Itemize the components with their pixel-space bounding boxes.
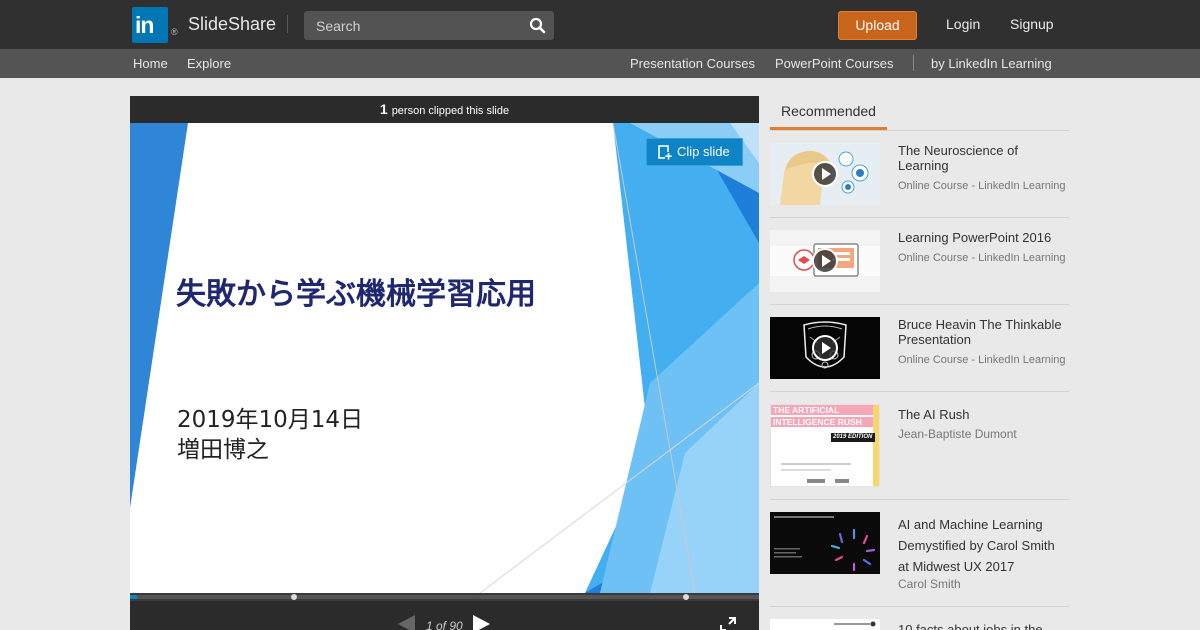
recommended-item[interactable]: The Neuroscience of Learning Online Cour… (770, 131, 1069, 218)
item-thumbnail (770, 143, 880, 205)
registered-mark: ® (171, 27, 178, 37)
item-title: The AI Rush (898, 407, 970, 422)
nav-linkedin-learning[interactable]: by LinkedIn Learning (931, 56, 1052, 71)
clip-count: 1 (379, 101, 388, 117)
signup-link[interactable]: Signup (1010, 16, 1054, 32)
nav-presentation-courses[interactable]: Presentation Courses (630, 56, 755, 71)
tab-recommended[interactable]: Recommended (770, 96, 887, 130)
item-subtitle: Online Course - LinkedIn Learning (898, 180, 1066, 192)
recommended-item[interactable]: Learning PowerPoint 2016 Online Course -… (770, 218, 1069, 305)
recommended-item[interactable]: 10 facts about jobs in the (770, 607, 1069, 630)
thumb-text-3: 2019 EDITION (833, 434, 873, 440)
secondary-navbar: Home Explore Presentation Courses PowerP… (0, 49, 1200, 78)
nav-explore[interactable]: Explore (187, 56, 231, 71)
divider (913, 55, 914, 71)
fullscreen-icon[interactable] (720, 617, 736, 630)
recommended-header: Recommended (770, 96, 1069, 131)
prev-slide-icon[interactable] (398, 615, 415, 630)
item-subtitle: Carol Smith (898, 577, 961, 591)
play-icon (812, 335, 838, 361)
item-title: 10 facts about jobs in the (898, 622, 1043, 630)
search-box (304, 11, 554, 40)
search-input[interactable] (304, 11, 524, 40)
slide-progress (130, 593, 759, 601)
top-navbar: in ® SlideShare Upload Login Signup (0, 0, 1200, 49)
progress-marker[interactable] (291, 594, 297, 600)
slide-title: 失敗から学ぶ機械学習応用 (176, 277, 536, 312)
thumb-text-2: INTELLIGENCE RUSH (773, 417, 862, 427)
linkedin-logo-icon[interactable]: in (132, 7, 168, 43)
player-controls: 1 of 90 (130, 601, 759, 630)
slide-viewer[interactable]: Clip slide 失敗から学ぶ機械学習応用 2019年10月14日 増田博之 (130, 123, 759, 593)
upload-button[interactable]: Upload (838, 11, 917, 40)
next-slide-icon[interactable] (473, 615, 490, 630)
thumb-text-1: THE ARTIFICIAL (773, 405, 840, 415)
play-icon (812, 248, 838, 274)
item-thumbnail: THE ARTIFICIAL INTELLIGENCE RUSH 2019 ED… (770, 404, 880, 487)
item-subtitle: Online Course - LinkedIn Learning (898, 354, 1066, 366)
item-subtitle: Online Course - LinkedIn Learning (898, 252, 1066, 264)
recommended-item[interactable]: Bruce Heavin The Thinkable Presentation … (770, 305, 1069, 392)
item-thumbnail (770, 317, 880, 379)
item-title: Learning PowerPoint 2016 (898, 230, 1052, 245)
clip-slide-button[interactable]: Clip slide (646, 138, 743, 166)
recommended-item[interactable]: AI and Machine Learning Demystified by C… (770, 500, 1069, 607)
recommended-item[interactable]: THE ARTIFICIAL INTELLIGENCE RUSH 2019 ED… (770, 392, 1069, 500)
progress-track[interactable] (130, 595, 759, 599)
item-title: AI and Machine Learning Demystified by C… (898, 517, 1055, 574)
jobs-thumbnail (770, 619, 880, 630)
item-subtitle: Jean-Baptiste Dumont (898, 427, 1017, 441)
nav-powerpoint-courses[interactable]: PowerPoint Courses (775, 56, 894, 71)
slide-date: 2019年10月14日 (177, 407, 364, 433)
brand-name[interactable]: SlideShare (188, 14, 276, 35)
login-link[interactable]: Login (946, 16, 980, 32)
item-thumbnail (770, 230, 880, 292)
slide-author: 増田博之 (177, 437, 269, 463)
clip-icon (658, 145, 672, 160)
item-title: The Neuroscience of Learning (898, 143, 1018, 173)
search-icon[interactable] (529, 17, 546, 34)
play-icon (812, 161, 838, 187)
divider (287, 15, 288, 33)
ai-ml-thumbnail (770, 512, 880, 574)
item-title: Bruce Heavin The Thinkable Presentation (898, 317, 1062, 347)
slide-background (130, 123, 759, 593)
progress-fill (130, 595, 137, 599)
page-indicator: 1 of 90 (426, 619, 463, 630)
item-thumbnail (770, 512, 880, 574)
nav-home[interactable]: Home (133, 56, 168, 71)
clip-count-text: person clipped this slide (391, 105, 510, 117)
progress-marker[interactable] (683, 594, 689, 600)
clip-count-bar: 1 person clipped this slide (130, 96, 759, 123)
item-thumbnail (770, 619, 880, 630)
clip-slide-label: Clip slide (677, 144, 730, 159)
